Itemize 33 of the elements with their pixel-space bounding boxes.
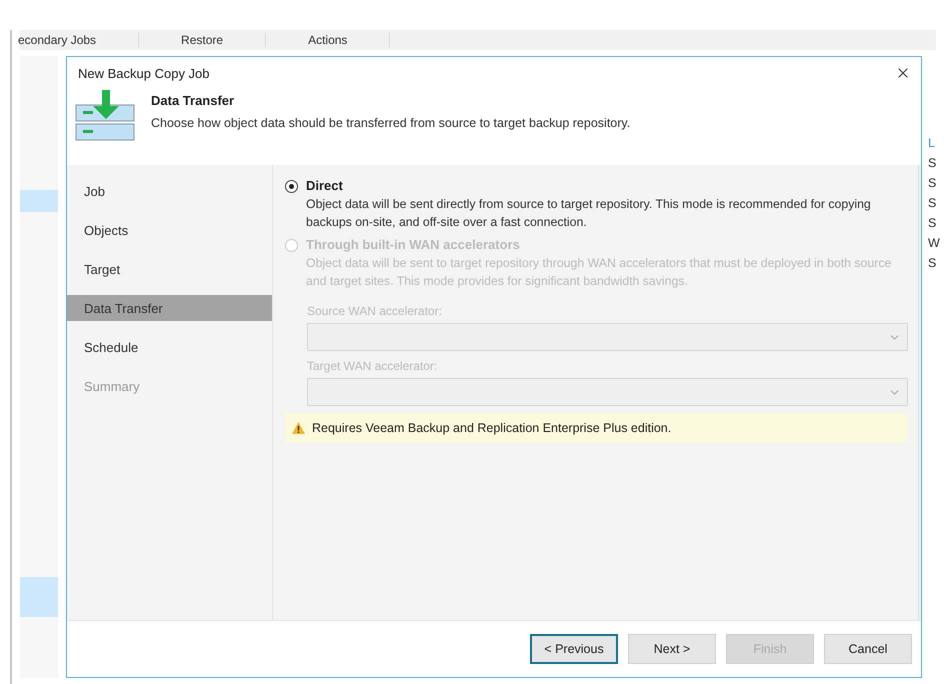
option-label: Direct: [306, 178, 344, 193]
dialog-button[interactable]: Cancel: [824, 634, 912, 664]
warning-icon: [291, 421, 306, 435]
step-item[interactable]: Target: [67, 256, 272, 282]
highlighted-row: [20, 577, 58, 617]
page-title: Data Transfer: [151, 93, 236, 108]
table-cell-text: W: [928, 236, 940, 252]
field-label: Source WAN accelerator:: [307, 304, 443, 318]
radio-button[interactable]: [285, 180, 298, 193]
column-header: L: [928, 136, 936, 152]
dialog-title: New Backup Copy Job: [78, 66, 210, 80]
table-cell-text: S: [928, 196, 938, 212]
option-label: Through built-in WAN accelerators: [306, 237, 521, 252]
step-item[interactable]: Schedule: [67, 334, 272, 360]
ribbon-tab[interactable]: econdary Jobs: [18, 33, 140, 47]
field-label: Target WAN accelerator:: [307, 359, 438, 373]
ribbon-tab[interactable]: Restore: [181, 33, 266, 47]
table-cell-text: S: [928, 256, 938, 272]
step-item[interactable]: Objects: [67, 217, 272, 243]
ribbon-tab[interactable]: Actions: [308, 33, 390, 47]
highlighted-row: [20, 190, 58, 212]
option-description: Object data will be sent directly from source to target repository. This mode is recommended for copying backups on-site, and off-site over a fast connection.: [306, 196, 872, 231]
dialog-button[interactable]: Next >: [628, 634, 716, 664]
step-item[interactable]: Data Transfer: [67, 295, 272, 321]
option-description: Object data will be sent to target repository through WAN accelerators that must be deployed in both source and target sites. This mode provides for significant bandwidth savings.: [306, 255, 892, 290]
table-cell-text: S: [928, 156, 938, 172]
step-item[interactable]: Job: [67, 178, 272, 204]
backup-server-icon: [75, 89, 135, 141]
dialog-button[interactable]: < Previous: [530, 634, 618, 664]
page-description: Choose how object data should be transferred from source to target backup repository.: [151, 116, 630, 130]
table-cell-text: S: [928, 216, 938, 232]
warning-text: Requires Veeam Backup and Replication Enterprise Plus edition.: [312, 421, 672, 435]
table-cell-text: S: [928, 176, 938, 192]
